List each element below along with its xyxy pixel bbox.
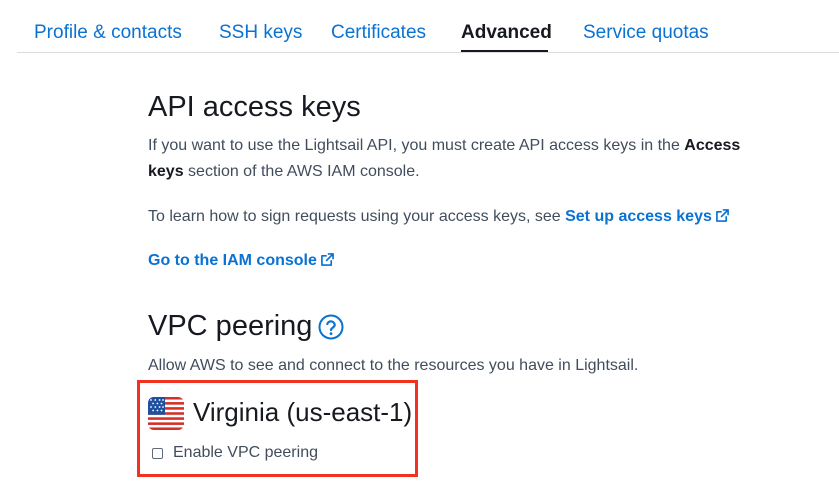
tab-profile-contacts[interactable]: Profile & contacts — [34, 22, 182, 44]
external-link-icon — [715, 209, 729, 222]
api-keys-description-line1: If you want to use the Lightsail API, yo… — [148, 133, 740, 159]
iam-console-link-row: Go to the IAM console — [148, 248, 334, 274]
keys-bold: keys — [148, 163, 184, 180]
us-flag-icon — [148, 397, 184, 430]
tab-ssh-keys[interactable]: SSH keys — [219, 22, 302, 44]
learn-text: To learn how to sign requests using your… — [148, 208, 566, 225]
go-to-iam-console-link[interactable]: Go to the IAM console — [148, 252, 334, 269]
set-up-access-keys-label: Set up access keys — [565, 208, 712, 225]
tab-advanced[interactable]: Advanced — [461, 22, 552, 44]
api-keys-heading: API access keys — [148, 91, 361, 123]
vpc-peering-heading: VPC peering — [148, 310, 313, 342]
set-up-access-keys-link[interactable]: Set up access keys — [565, 208, 729, 225]
help-icon[interactable] — [318, 314, 344, 340]
learn-sign-requests-text: To learn how to sign requests using your… — [148, 204, 729, 230]
vpc-peering-description: Allow AWS to see and connect to the reso… — [148, 357, 639, 374]
tab-certificates[interactable]: Certificates — [331, 22, 426, 44]
tab-bar: Profile & contacts SSH keys Certificates… — [0, 0, 839, 53]
tab-bar-divider — [17, 52, 839, 53]
external-link-icon — [320, 253, 334, 266]
region-name: Virginia (us-east-1) — [193, 397, 413, 427]
enable-vpc-peering-label[interactable]: Enable VPC peering — [173, 444, 318, 462]
iam-console-label: Go to the IAM console — [148, 252, 317, 269]
api-keys-desc-text-2: section of the AWS IAM console. — [183, 163, 420, 180]
access-keys-bold: Access — [684, 137, 741, 154]
enable-vpc-peering-checkbox[interactable] — [152, 448, 163, 459]
tab-service-quotas[interactable]: Service quotas — [583, 22, 709, 44]
api-keys-description-line2: keys section of the AWS IAM console. — [148, 159, 420, 185]
api-keys-desc-text: If you want to use the Lightsail API, yo… — [148, 137, 685, 154]
